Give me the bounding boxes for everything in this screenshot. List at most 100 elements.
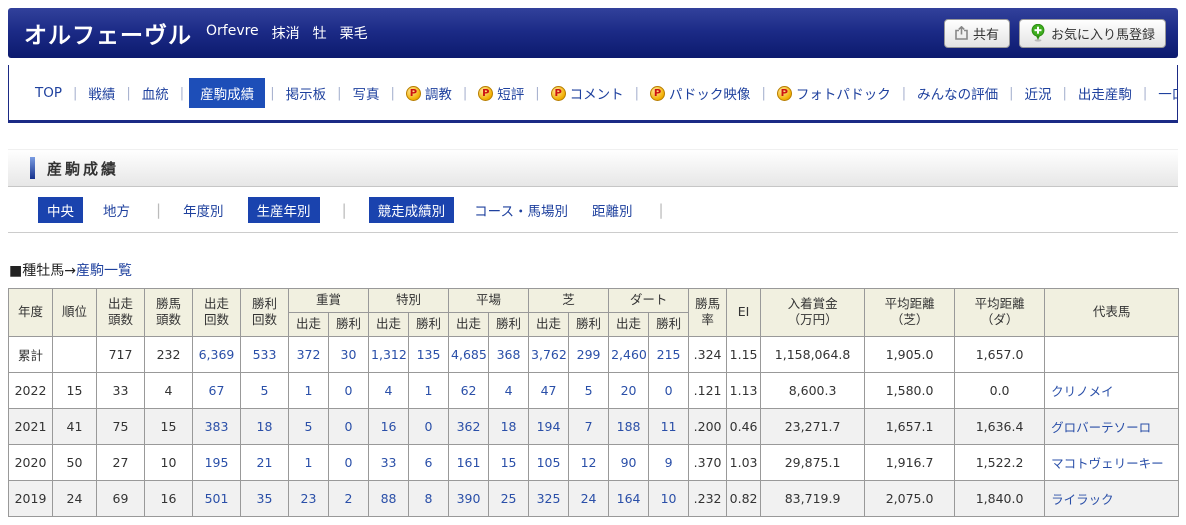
filter-item[interactable]: 距離別 — [592, 200, 633, 220]
table-cell-link[interactable]: 21 — [257, 455, 273, 470]
table-cell-link[interactable]: マコトヴェリーキー — [1051, 456, 1164, 471]
favorite-horse-button[interactable]: お気に入り馬登録 — [1019, 19, 1166, 48]
table-cell-link[interactable]: グロバーテソーロ — [1051, 420, 1151, 435]
table-cell-link[interactable]: 4 — [385, 383, 393, 398]
nav-item[interactable]: 産駒成績 — [189, 78, 265, 108]
nav-item[interactable]: 一口 — [1152, 79, 1178, 107]
table-cell-link[interactable]: 105 — [537, 455, 561, 470]
table-cell-link[interactable]: 0 — [345, 383, 353, 398]
table-cell-link[interactable]: 0 — [665, 383, 673, 398]
table-cell-link[interactable]: 15 — [501, 455, 517, 470]
table-cell-link[interactable]: 325 — [537, 491, 561, 506]
table-cell-link[interactable]: 16 — [381, 419, 397, 434]
listing-prefix: ■種牡馬→ — [9, 263, 76, 279]
nav-item[interactable]: 戦績 — [82, 79, 121, 107]
table-cell-link[interactable]: 7 — [585, 419, 593, 434]
table-cell-link[interactable]: 390 — [457, 491, 481, 506]
nav-item[interactable]: Pフォトパドック — [771, 79, 897, 107]
table-cell-link[interactable]: 0 — [345, 455, 353, 470]
table-cell-link[interactable]: 6 — [425, 455, 433, 470]
share-button[interactable]: 共有 — [944, 19, 1010, 48]
table-cell: 194 — [529, 408, 569, 444]
table-cell-link[interactable]: 2,460 — [611, 347, 647, 362]
table-cell-link[interactable]: 25 — [501, 491, 517, 506]
column-header: EI — [727, 289, 761, 337]
offspring-list-link[interactable]: 産駒一覧 — [76, 263, 132, 279]
table-cell-link[interactable]: 1 — [425, 383, 433, 398]
filter-item[interactable]: 地方 — [103, 200, 130, 220]
table-cell-link[interactable]: 6,369 — [199, 347, 235, 362]
table-cell-link[interactable]: 23 — [301, 491, 317, 506]
nav-item[interactable]: P短評 — [472, 79, 530, 107]
table-cell-link[interactable]: 161 — [457, 455, 481, 470]
table-cell-link[interactable]: 30 — [341, 347, 357, 362]
table-cell-link[interactable]: 24 — [581, 491, 597, 506]
nav-item[interactable]: TOP — [29, 81, 68, 105]
table-cell-link[interactable]: 90 — [621, 455, 637, 470]
table-cell-link[interactable]: 10 — [661, 491, 677, 506]
nav-item[interactable]: 近況 — [1019, 79, 1058, 107]
table-cell-link[interactable]: 9 — [665, 455, 673, 470]
table-cell-link[interactable]: 18 — [257, 419, 273, 434]
table-cell-link[interactable]: 372 — [297, 347, 321, 362]
column-header: 勝馬率 — [689, 289, 727, 337]
filter-item[interactable]: 年度別 — [183, 200, 224, 220]
table-cell-link[interactable]: 368 — [497, 347, 521, 362]
table-cell-link[interactable]: 0 — [345, 419, 353, 434]
column-header: 出走回数 — [193, 289, 241, 337]
table-cell-link[interactable]: 135 — [417, 347, 441, 362]
table-cell-link[interactable]: 62 — [461, 383, 477, 398]
nav-item[interactable]: Pパドック映像 — [644, 79, 756, 107]
table-cell-link[interactable]: 194 — [537, 419, 561, 434]
nav-item[interactable]: 写真 — [346, 79, 385, 107]
filter-item[interactable]: 競走成績別 — [369, 197, 455, 223]
table-cell-link[interactable]: 2 — [345, 491, 353, 506]
nav-item[interactable]: みんなの評価 — [911, 79, 1004, 107]
column-subheader: 勝利 — [489, 312, 529, 336]
nav-item[interactable]: 血統 — [136, 79, 175, 107]
table-cell-link[interactable]: 67 — [209, 383, 225, 398]
filter-item[interactable]: 中央 — [38, 197, 83, 223]
table-cell-link[interactable]: 11 — [661, 419, 677, 434]
table-cell-link[interactable]: 215 — [657, 347, 681, 362]
table-cell-link[interactable]: 12 — [581, 455, 597, 470]
nav-item[interactable]: P調教 — [400, 79, 458, 107]
table-cell-link[interactable]: ライラック — [1051, 492, 1114, 507]
table-cell-link[interactable]: 362 — [457, 419, 481, 434]
table-cell-link[interactable]: 1,312 — [371, 347, 407, 362]
table-cell-link[interactable]: 5 — [261, 383, 269, 398]
table-cell-link[interactable]: 4,685 — [451, 347, 487, 362]
table-cell-link[interactable]: 299 — [577, 347, 601, 362]
table-cell-link[interactable]: 8 — [425, 491, 433, 506]
table-cell-link[interactable]: 533 — [253, 347, 277, 362]
table-cell-link[interactable]: 501 — [205, 491, 229, 506]
table-cell-link[interactable]: クリノメイ — [1051, 384, 1114, 399]
table-cell-link[interactable]: 18 — [501, 419, 517, 434]
table-cell-link[interactable]: 188 — [617, 419, 641, 434]
table-cell-link[interactable]: 383 — [205, 419, 229, 434]
table-cell-link[interactable]: 47 — [541, 383, 557, 398]
nav-item[interactable]: 掲示板 — [280, 79, 333, 107]
table-cell-link[interactable]: 1 — [305, 455, 313, 470]
table-cell-link[interactable]: 0 — [425, 419, 433, 434]
table-cell-link[interactable]: 195 — [205, 455, 229, 470]
nav-item-label: 一口 — [1158, 83, 1178, 103]
table-cell: 1 — [289, 372, 329, 408]
table-cell-link[interactable]: 88 — [381, 491, 397, 506]
nav-item[interactable]: 出走産駒 — [1072, 79, 1138, 107]
table-cell: 390 — [449, 480, 489, 516]
table-cell-link[interactable]: 5 — [305, 419, 313, 434]
table-cell-link[interactable]: 4 — [505, 383, 513, 398]
filter-item[interactable]: コース・馬場別 — [474, 200, 568, 220]
table-cell-link[interactable]: 20 — [621, 383, 637, 398]
table-cell-link[interactable]: 33 — [381, 455, 397, 470]
filter-item[interactable]: 生産年別 — [248, 197, 320, 223]
table-cell-link[interactable]: 35 — [257, 491, 273, 506]
table-cell-link[interactable]: 5 — [585, 383, 593, 398]
table-cell-link[interactable]: 164 — [617, 491, 641, 506]
table-cell: 232 — [145, 336, 193, 372]
nav-item[interactable]: Pコメント — [545, 79, 630, 107]
table-cell-link[interactable]: 3,762 — [531, 347, 567, 362]
table-cell-link[interactable]: 1 — [305, 383, 313, 398]
offspring-stats-table: 年度順位出走頭数勝馬頭数出走回数勝利回数重賞特別平場芝ダート勝馬率EI入着賞金（… — [8, 288, 1179, 517]
